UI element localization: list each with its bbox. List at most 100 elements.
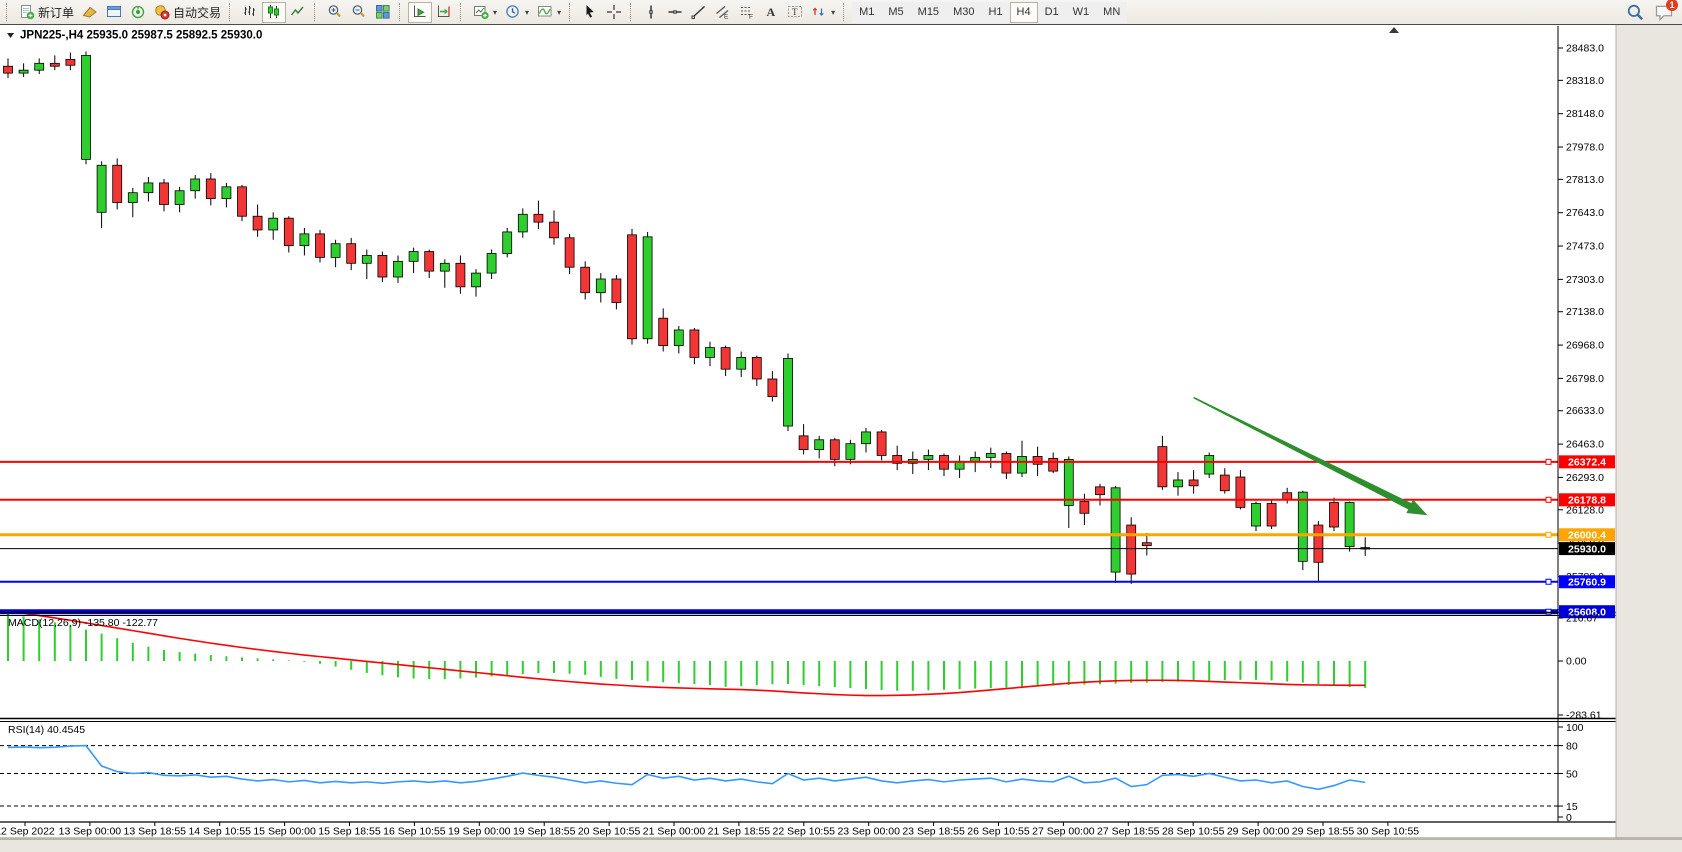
- svg-text:28483.0: 28483.0: [1566, 43, 1604, 55]
- line-chart-button[interactable]: [286, 2, 310, 23]
- strategy-tester-button[interactable]: [126, 2, 150, 23]
- text-button[interactable]: A: [759, 2, 783, 23]
- data-window-icon: [106, 4, 122, 20]
- svg-text:27978.0: 27978.0: [1566, 142, 1604, 154]
- timeframe-h4[interactable]: H4: [1010, 2, 1038, 23]
- timeframe-d1[interactable]: D1: [1038, 2, 1066, 23]
- svg-text:RSI(14) 40.4545: RSI(14) 40.4545: [8, 724, 85, 736]
- svg-text:26000.4: 26000.4: [1568, 530, 1606, 542]
- level-handle[interactable]: [1546, 579, 1551, 584]
- timeframe-h1[interactable]: H1: [981, 2, 1009, 23]
- level-label-25760.9: 25760.9: [1559, 575, 1615, 588]
- candle-chart-button[interactable]: [262, 2, 286, 23]
- vertical-line-icon: [643, 4, 659, 20]
- toolbar-grip: [6, 3, 12, 21]
- timeframe-w1[interactable]: W1: [1066, 2, 1097, 23]
- svg-text:27813.0: 27813.0: [1566, 174, 1604, 186]
- zoom-in-button[interactable]: [323, 2, 347, 23]
- svg-text:A: A: [767, 5, 776, 19]
- zoom-out-button[interactable]: [347, 2, 371, 23]
- crosshair-button[interactable]: [602, 2, 626, 23]
- timeframe-mn[interactable]: MN: [1096, 2, 1127, 23]
- svg-text:MACD(12,26,9) -135.80 -122.77: MACD(12,26,9) -135.80 -122.77: [8, 617, 158, 629]
- toolbar-separator: [843, 3, 849, 21]
- bar-chart-button[interactable]: [238, 2, 262, 23]
- timeframe-m30[interactable]: M30: [946, 2, 981, 23]
- autotrade-button[interactable]: 自动交易: [150, 2, 225, 23]
- level-handle[interactable]: [1546, 609, 1551, 614]
- svg-text:19 Sep 00:00: 19 Sep 00:00: [448, 826, 511, 838]
- arrows-icon: [811, 4, 827, 20]
- svg-text:15 Sep 18:55: 15 Sep 18:55: [318, 826, 381, 838]
- strategy-tester-icon: [130, 4, 146, 20]
- fibonacci-button[interactable]: F: [735, 2, 759, 23]
- indicators-icon: [537, 4, 553, 20]
- new-order-label: 新订单: [38, 4, 74, 21]
- svg-text:100: 100: [1566, 722, 1584, 734]
- chart-shift-button[interactable]: [432, 2, 456, 23]
- svg-text:26463.0: 26463.0: [1566, 439, 1604, 451]
- new-chart-button[interactable]: ▾: [469, 2, 501, 23]
- svg-text:26798.0: 26798.0: [1566, 373, 1604, 385]
- svg-text:22 Sep 10:55: 22 Sep 10:55: [773, 826, 836, 838]
- svg-text:30 Sep 10:55: 30 Sep 10:55: [1357, 826, 1420, 838]
- toolbar-separator: [399, 3, 405, 21]
- market-watch-icon: [82, 4, 98, 20]
- svg-text:25930.0: 25930.0: [1568, 543, 1606, 555]
- level-label-26372.4: 26372.4: [1559, 455, 1615, 468]
- text-label-button[interactable]: T: [783, 2, 807, 23]
- timeframe-m5[interactable]: M5: [881, 2, 910, 23]
- horizontal-line-icon: [667, 4, 683, 20]
- cursor-button[interactable]: [578, 2, 602, 23]
- svg-text:28 Sep 10:55: 28 Sep 10:55: [1162, 826, 1225, 838]
- trend-line-button[interactable]: [687, 2, 711, 23]
- level-label-25930.0: 25930.0: [1559, 542, 1615, 555]
- status-bar: [0, 839, 1682, 852]
- timeframe-m1[interactable]: M1: [852, 2, 881, 23]
- candle-chart-icon: [266, 4, 282, 20]
- svg-text:28148.0: 28148.0: [1566, 108, 1604, 120]
- chat-button[interactable]: 1: [1654, 2, 1674, 22]
- horizontal-line-button[interactable]: [663, 2, 687, 23]
- toolbar-separator: [569, 3, 575, 21]
- market-watch-button[interactable]: [78, 2, 102, 23]
- svg-text:27303.0: 27303.0: [1566, 274, 1604, 286]
- fibonacci-icon: F: [739, 4, 755, 20]
- svg-text:23 Sep 18:55: 23 Sep 18:55: [902, 826, 965, 838]
- autotrade-label: 自动交易: [173, 4, 221, 21]
- toolbar-separator: [314, 3, 320, 21]
- svg-text:14 Sep 10:55: 14 Sep 10:55: [188, 826, 251, 838]
- data-window-button[interactable]: [102, 2, 126, 23]
- vertical-line-button[interactable]: [639, 2, 663, 23]
- svg-text:13 Sep 18:55: 13 Sep 18:55: [124, 826, 187, 838]
- chat-icon: [1654, 11, 1674, 25]
- equidistant-channel-button[interactable]: E: [711, 2, 735, 23]
- chart-background: [0, 25, 1616, 838]
- svg-text:216.67: 216.67: [1566, 613, 1598, 625]
- svg-text:80: 80: [1566, 740, 1578, 752]
- search-icon[interactable]: [1626, 3, 1644, 21]
- level-handle[interactable]: [1546, 532, 1551, 537]
- auto-scroll-button[interactable]: [408, 2, 432, 23]
- svg-text:JPN225-,H4 25935.0 25987.5 25: JPN225-,H4 25935.0 25987.5 25892.5 25930…: [20, 30, 262, 42]
- timeframe-m15[interactable]: M15: [911, 2, 946, 23]
- text-icon: A: [763, 4, 779, 20]
- text-label-icon: T: [787, 4, 803, 20]
- level-handle[interactable]: [1546, 497, 1551, 502]
- arrows-button[interactable]: ▾: [807, 2, 839, 23]
- svg-text:28318.0: 28318.0: [1566, 75, 1604, 87]
- toolbar-separator: [630, 3, 636, 21]
- mt4-window: 新订单 自动交易 ▾ ▾ ▾ E F A T ▾: [0, 0, 1682, 851]
- period-button[interactable]: ▾: [501, 2, 533, 23]
- tile-windows-button[interactable]: [371, 2, 395, 23]
- chevron-down-icon: ▾: [831, 8, 835, 17]
- svg-text:21 Sep 18:55: 21 Sep 18:55: [708, 826, 771, 838]
- level-handle[interactable]: [1546, 459, 1551, 464]
- svg-text:-283.61: -283.61: [1566, 710, 1602, 722]
- indicators-button[interactable]: ▾: [533, 2, 565, 23]
- new-order-button[interactable]: 新订单: [15, 2, 78, 23]
- svg-text:15 Sep 00:00: 15 Sep 00:00: [253, 826, 316, 838]
- zoom-in-icon: [327, 4, 343, 20]
- chart-area[interactable]: 28483.028318.028148.027978.027813.027643…: [0, 0, 1682, 851]
- toolbar: 新订单 自动交易 ▾ ▾ ▾ E F A T ▾: [0, 0, 1682, 25]
